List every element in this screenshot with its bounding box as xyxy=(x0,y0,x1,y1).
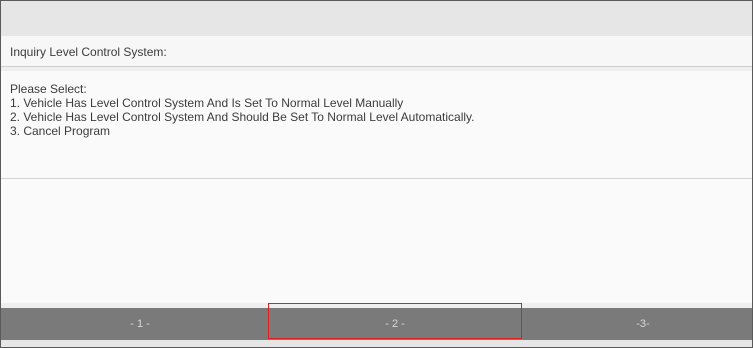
selection-text: Please Select: 1. Vehicle Has Level Cont… xyxy=(10,82,474,138)
title-bar xyxy=(1,1,752,36)
button-bar: - 1 - - 2 - -3- xyxy=(1,308,752,340)
dialog-frame: Inquiry Level Control System: Please Sel… xyxy=(0,0,753,348)
option-2-text: 2. Vehicle Has Level Control System And … xyxy=(10,110,475,124)
selection-panel: Please Select: 1. Vehicle Has Level Cont… xyxy=(1,71,752,303)
option-3-button[interactable]: -3- xyxy=(523,308,752,340)
option-2-button[interactable]: - 2 - xyxy=(267,308,523,340)
inquiry-title: Inquiry Level Control System: xyxy=(10,45,167,59)
option-3-text: 3. Cancel Program xyxy=(10,124,111,138)
bottom-strip xyxy=(1,340,752,347)
option-1-text: 1. Vehicle Has Level Control System And … xyxy=(10,96,404,110)
option-1-button[interactable]: - 1 - xyxy=(13,308,267,340)
inquiry-header: Inquiry Level Control System: xyxy=(1,36,752,67)
content-divider xyxy=(1,178,752,179)
prompt-heading: Please Select: xyxy=(10,82,87,96)
